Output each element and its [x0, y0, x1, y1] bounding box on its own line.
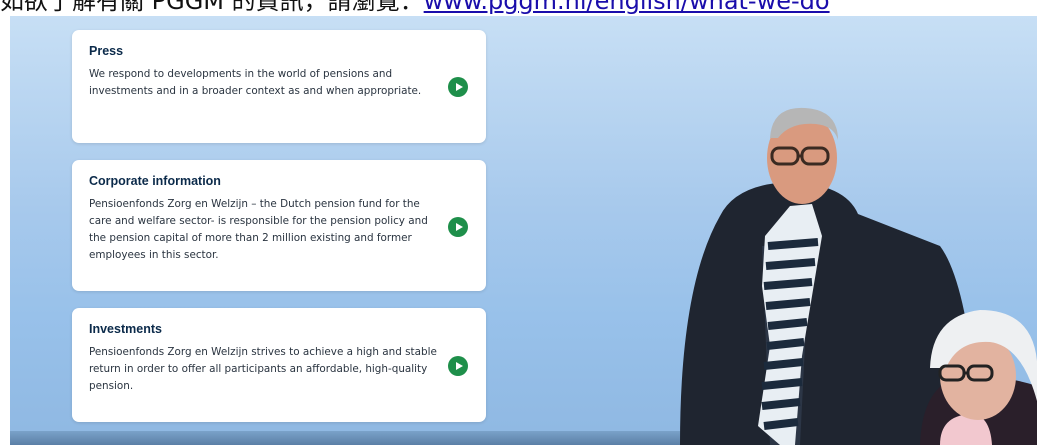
card-body: Pensioenfonds Zorg en Welzijn – the Dutc…: [89, 198, 428, 261]
couple-photo: [680, 107, 1037, 445]
card-title: Investments: [89, 322, 162, 336]
play-arrow-icon[interactable]: [448, 356, 468, 376]
card-investments[interactable]: Investments Pensioenfonds Zorg en Welzij…: [72, 308, 486, 422]
page-caption: 如欲了解有關 PGGM 的資訊，請瀏覽：www.pggm.nl/english/…: [0, 0, 1037, 16]
card-body: Pensioenfonds Zorg en Welzijn strives to…: [89, 346, 437, 392]
card-body: We respond to developments in the world …: [89, 68, 422, 97]
play-arrow-icon[interactable]: [448, 77, 468, 97]
play-arrow-icon[interactable]: [448, 217, 468, 237]
card-press[interactable]: Press We respond to developments in the …: [72, 30, 486, 143]
card-title: Corporate information: [89, 174, 221, 188]
card-title: Press: [89, 44, 124, 58]
pggm-link[interactable]: www.pggm.nl/english/what-we-do: [424, 0, 830, 15]
caption-text: 如欲了解有關 PGGM 的資訊，請瀏覽：: [0, 0, 424, 15]
card-corporate-information[interactable]: Corporate information Pensioenfonds Zorg…: [72, 160, 486, 291]
hero-banner: Press We respond to developments in the …: [10, 16, 1037, 445]
